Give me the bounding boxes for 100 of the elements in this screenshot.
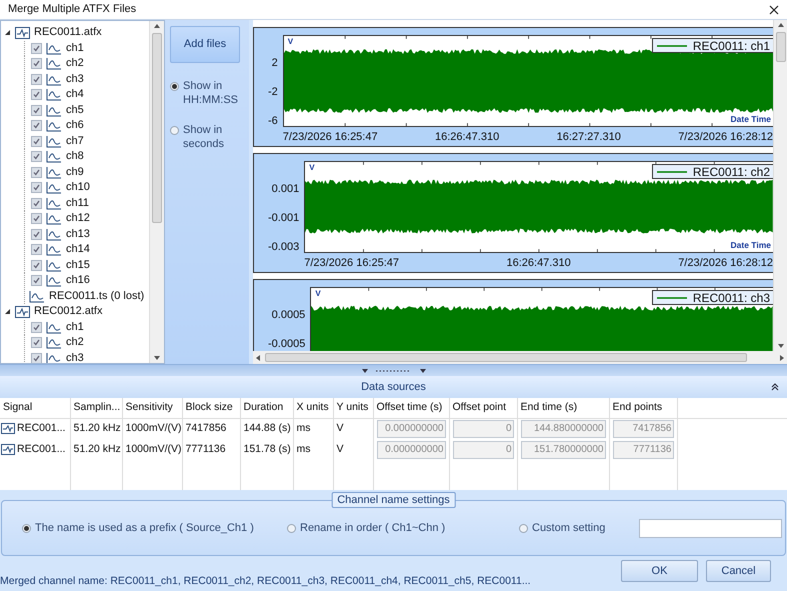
channel-name[interactable]: ch16 xyxy=(66,273,90,288)
checkbox[interactable] xyxy=(31,213,42,224)
column-header[interactable]: Offset point xyxy=(449,398,517,418)
x-axis-label: 7/23/2026 16:25:47 xyxy=(304,256,400,272)
column-header[interactable]: Duration xyxy=(240,398,293,418)
channel-name[interactable]: ch3 xyxy=(66,72,84,87)
checkbox[interactable] xyxy=(31,58,42,70)
y-axis-label: 0.0005 xyxy=(272,309,306,321)
table-cell: 144.88 (s) xyxy=(244,422,291,434)
checkbox[interactable] xyxy=(31,322,42,333)
splitter-handle-icon[interactable] xyxy=(362,368,426,374)
checkbox[interactable] xyxy=(31,120,42,132)
x-axis-label: 16:26:47.310 xyxy=(434,130,500,146)
x-axis-label: 16:27:27.310 xyxy=(556,130,621,146)
file-name[interactable]: REC0012.atfx xyxy=(34,304,102,320)
checkbox[interactable] xyxy=(31,228,42,240)
y-axis-label: 0.001 xyxy=(272,183,300,195)
checkbox[interactable] xyxy=(31,244,42,256)
legend-label: REC0011: ch2 xyxy=(692,164,770,180)
checkbox[interactable] xyxy=(31,198,42,209)
checkbox[interactable] xyxy=(31,136,42,147)
channel-name[interactable]: ch5 xyxy=(66,102,84,118)
expanded-icon[interactable] xyxy=(4,308,11,316)
checkbox[interactable] xyxy=(31,166,42,178)
channel-name[interactable]: ch11 xyxy=(66,196,90,211)
scroll-thumb[interactable] xyxy=(152,33,162,223)
radio-label[interactable]: Rename in order ( Ch1~Chn ) xyxy=(300,521,446,535)
checkbox[interactable] xyxy=(31,352,42,363)
add-files-button[interactable]: Add files xyxy=(170,26,240,63)
cancel-button[interactable]: Cancel xyxy=(706,560,771,582)
checkbox[interactable] xyxy=(31,104,42,116)
checkbox[interactable] xyxy=(31,337,42,348)
legend-line-icon xyxy=(656,44,687,48)
channel-name[interactable]: ch2 xyxy=(66,56,84,72)
radio-label[interactable]: The name is used as a prefix ( Source_Ch1 ) xyxy=(35,521,254,535)
checkbox[interactable] xyxy=(31,275,42,286)
channel-name[interactable]: ch1 xyxy=(66,320,84,335)
channel-name[interactable]: ch13 xyxy=(66,226,90,242)
column-header[interactable]: Signal xyxy=(0,398,70,418)
radio-button[interactable] xyxy=(170,126,179,135)
radio-label[interactable]: Show in HH:MM:SS xyxy=(183,79,244,107)
channel-name[interactable]: ch4 xyxy=(66,87,84,102)
table-cell: 1000mV/(V) xyxy=(126,442,182,455)
column-header[interactable]: Offset time (s) xyxy=(373,398,449,418)
ok-button[interactable]: OK xyxy=(621,560,698,582)
radio-label[interactable]: Custom setting xyxy=(532,521,606,535)
channel-name[interactable]: ch3 xyxy=(66,350,84,363)
channel-name[interactable]: ch2 xyxy=(66,335,84,350)
timestamp-name[interactable]: REC0011.ts (0 lost) xyxy=(49,288,144,304)
channel-name[interactable]: ch7 xyxy=(66,134,84,149)
radio-button[interactable] xyxy=(22,524,31,532)
y-axis-label: -0.003 xyxy=(268,241,300,253)
file-name[interactable]: REC0011.atfx xyxy=(34,25,102,40)
channel-name[interactable]: ch1 xyxy=(66,40,84,56)
y-axis-label: -6 xyxy=(268,115,278,127)
radio-label[interactable]: Show in seconds xyxy=(183,123,244,151)
scrollbar[interactable] xyxy=(149,21,164,363)
scrollbar[interactable] xyxy=(253,351,787,364)
checkbox[interactable] xyxy=(31,151,42,162)
scrollbar[interactable] xyxy=(773,20,787,352)
radio-button[interactable] xyxy=(287,524,296,532)
checkbox[interactable] xyxy=(31,42,42,54)
column-header[interactable]: Sensitivity xyxy=(122,398,182,418)
column-header[interactable]: End points xyxy=(609,398,677,418)
channel-name[interactable]: ch6 xyxy=(66,118,84,134)
checkbox[interactable] xyxy=(31,74,42,85)
window-title: Merge Multiple ATFX Files xyxy=(8,2,136,18)
table-cell-text: REC001... xyxy=(17,442,66,457)
expanded-icon[interactable] xyxy=(4,29,11,36)
close-icon[interactable] xyxy=(769,4,779,14)
legend-label: REC0011: ch1 xyxy=(692,38,770,54)
channel-name[interactable]: ch15 xyxy=(66,258,90,273)
axis-unit: V xyxy=(309,162,315,174)
column-header[interactable]: Block size xyxy=(182,398,240,418)
checkbox[interactable] xyxy=(31,260,42,271)
table-cell: V xyxy=(336,442,344,455)
y-axis-label: 2 xyxy=(272,57,278,69)
channel-name[interactable]: ch12 xyxy=(66,211,90,226)
radio-button[interactable] xyxy=(519,524,528,532)
channel-name[interactable]: ch8 xyxy=(66,149,84,164)
scroll-thumb[interactable] xyxy=(776,32,786,62)
y-axis-label: -0.0005 xyxy=(268,338,306,350)
collapse-icon[interactable] xyxy=(771,383,779,391)
checkbox[interactable] xyxy=(31,89,42,100)
channel-name[interactable]: ch14 xyxy=(66,242,90,258)
scroll-thumb[interactable] xyxy=(265,353,747,362)
legend-line-icon xyxy=(656,170,687,174)
custom-name-field[interactable] xyxy=(639,518,782,538)
channel-name[interactable]: ch9 xyxy=(66,164,84,180)
channel-name[interactable]: ch10 xyxy=(66,180,90,196)
column-header[interactable]: Y units xyxy=(333,398,373,418)
section-title: Data sources xyxy=(361,380,426,395)
radio-button[interactable] xyxy=(170,82,179,91)
column-header[interactable]: X units xyxy=(293,398,333,418)
column-header[interactable]: Samplin... xyxy=(70,398,122,418)
x-axis-label: 7/23/2026 16:28:12 xyxy=(678,130,773,146)
legend-label: REC0011: ch3 xyxy=(692,290,770,306)
checkbox[interactable] xyxy=(31,182,42,194)
column-header[interactable]: End time (s) xyxy=(517,398,609,418)
axis-unit: V xyxy=(288,36,294,48)
